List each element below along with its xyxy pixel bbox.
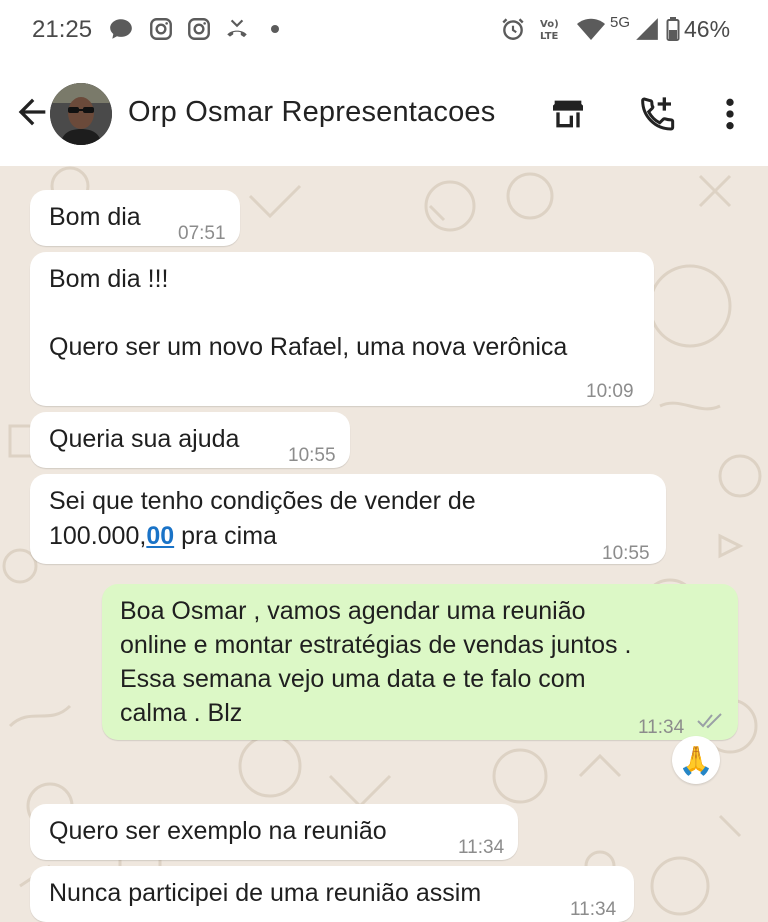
- dot-icon: [271, 25, 279, 33]
- back-arrow-icon[interactable]: [12, 92, 52, 132]
- battery-percent: 46%: [684, 16, 731, 42]
- battery-icon: [666, 17, 680, 41]
- message-text-line: Essa semana vejo uma data e te falo com: [120, 665, 586, 693]
- chat-header: Orp Osmar Representacoes: [0, 60, 768, 166]
- message-text-line: Bom dia !!!: [49, 265, 169, 293]
- chat-area[interactable]: Bom dia 07:51 Bom dia !!! Quero ser um n…: [0, 166, 768, 922]
- message-time: 10:09: [586, 381, 634, 402]
- more-vert-icon[interactable]: [710, 94, 750, 134]
- status-bar: 21:25 Vo) LTE 5G 46%: [0, 0, 768, 60]
- message-text-line: online e montar estratégias de vendas ju…: [120, 631, 632, 659]
- message-text: Quero ser exemplo na reunião: [49, 817, 387, 845]
- message-bubble-icon: [110, 19, 132, 39]
- message-time: 11:34: [570, 899, 617, 920]
- incoming-message[interactable]: Quero ser exemplo na reunião 11:34: [30, 804, 518, 860]
- wifi-icon: [577, 18, 605, 40]
- alarm-icon: [502, 18, 524, 40]
- incoming-message[interactable]: Sei que tenho condições de vender de 100…: [30, 474, 666, 564]
- message-time: 11:34: [458, 837, 505, 858]
- contact-name[interactable]: Orp Osmar Representacoes: [128, 96, 495, 129]
- message-text-line: Sei que tenho condições de vender de: [49, 487, 476, 515]
- message-time: 11:34: [638, 717, 685, 738]
- status-time: 21:25: [32, 16, 93, 43]
- add-call-icon[interactable]: [636, 94, 676, 134]
- message-text-line: 100.000,00 pra cima: [49, 519, 277, 554]
- message-text-line: Boa Osmar , vamos agendar uma reunião: [120, 597, 586, 625]
- instagram-icon: [150, 18, 172, 40]
- read-ticks-icon: [697, 713, 722, 729]
- outgoing-message[interactable]: Boa Osmar , vamos agendar uma reunião on…: [102, 584, 738, 740]
- message-text-line: Quero ser um novo Rafael, uma nova verôn…: [49, 333, 568, 361]
- avatar-image: [50, 83, 112, 145]
- instagram-icon: [188, 18, 210, 40]
- store-icon[interactable]: [548, 94, 588, 134]
- reaction-badge[interactable]: 🙏: [672, 736, 720, 784]
- signal-icon: [636, 18, 658, 40]
- message-text: Nunca participei de uma reunião assim: [49, 879, 482, 907]
- amount-prefix: 100.000,: [49, 522, 147, 550]
- avatar[interactable]: [50, 83, 112, 145]
- incoming-message[interactable]: Bom dia 07:51: [30, 190, 240, 246]
- incoming-message[interactable]: Bom dia !!! Quero ser um novo Rafael, um…: [30, 252, 654, 406]
- message-text: Bom dia: [49, 203, 141, 231]
- amount-suffix: pra cima: [174, 522, 277, 550]
- missed-call-icon: [227, 19, 247, 38]
- svg-text:Vo): Vo): [540, 19, 559, 30]
- message-text-line: calma . Blz: [120, 699, 243, 727]
- message-text: Queria sua ajuda: [49, 425, 240, 453]
- message-time: 10:55: [602, 543, 650, 564]
- number-link[interactable]: 00: [146, 522, 174, 550]
- svg-text:LTE: LTE: [540, 31, 559, 42]
- volte-icon: Vo)LTE: [540, 19, 559, 42]
- network-type: 5G: [610, 14, 631, 31]
- message-time: 07:51: [178, 223, 226, 244]
- incoming-message[interactable]: Nunca participei de uma reunião assim 11…: [30, 866, 634, 922]
- incoming-message[interactable]: Queria sua ajuda 10:55: [30, 412, 350, 468]
- message-time: 10:55: [288, 445, 336, 466]
